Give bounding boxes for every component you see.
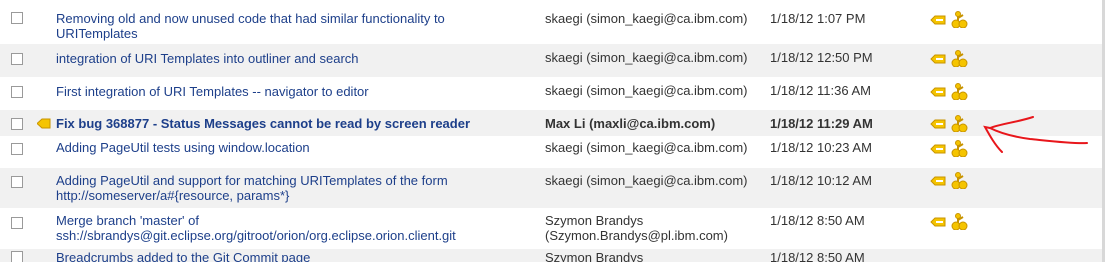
row-checkbox[interactable] — [11, 251, 23, 262]
branch-icon[interactable] — [951, 172, 968, 190]
commit-row[interactable]: Adding PageUtil tests using window.locat… — [0, 136, 1102, 168]
commit-message-link[interactable]: Removing old and now unused code that ha… — [56, 11, 526, 41]
row-actions — [930, 83, 968, 101]
row-checkbox[interactable] — [11, 118, 23, 130]
commit-message-link[interactable]: First integration of URI Templates -- na… — [56, 84, 526, 99]
commit-message-link[interactable]: Breadcrumbs added to the Git Commit page — [56, 250, 526, 262]
commit-message-link[interactable]: Adding PageUtil tests using window.locat… — [56, 140, 526, 155]
commit-date: 1/18/12 12:50 PM — [770, 50, 873, 65]
commit-row[interactable]: integration of URI Templates into outlin… — [0, 44, 1102, 77]
commit-author: Szymon Brandys — [545, 250, 644, 262]
row-actions — [930, 172, 968, 190]
current-commit-marker-icon — [37, 118, 51, 129]
branch-icon[interactable] — [951, 50, 968, 68]
commit-message-link[interactable]: integration of URI Templates into outlin… — [56, 51, 526, 66]
commit-date: 1/18/12 11:36 AM — [770, 83, 871, 98]
tag-icon[interactable] — [930, 174, 947, 188]
tag-icon[interactable] — [930, 85, 947, 99]
commit-message-link[interactable]: Fix bug 368877 - Status Messages cannot … — [56, 116, 536, 131]
commit-date: 1/18/12 1:07 PM — [770, 11, 866, 26]
row-actions — [930, 11, 968, 29]
commit-author: skaegi (simon_kaegi@ca.ibm.com) — [545, 83, 748, 98]
row-checkbox[interactable] — [11, 86, 23, 98]
row-actions — [930, 140, 968, 158]
commit-date: 1/18/12 8:50 AM — [770, 250, 865, 262]
branch-icon[interactable] — [951, 83, 968, 101]
branch-icon[interactable] — [951, 11, 968, 29]
commit-row-current[interactable]: Fix bug 368877 - Status Messages cannot … — [0, 110, 1102, 136]
row-checkbox[interactable] — [11, 12, 23, 24]
row-checkbox[interactable] — [11, 143, 23, 155]
commit-date: 1/18/12 10:23 AM — [770, 140, 872, 155]
commit-row[interactable]: Removing old and now unused code that ha… — [0, 0, 1102, 44]
branch-icon[interactable] — [951, 115, 968, 133]
tag-icon[interactable] — [930, 52, 947, 66]
commit-date: 1/18/12 10:12 AM — [770, 173, 872, 188]
commit-author: Szymon Brandys (Szymon.Brandys@pl.ibm.co… — [545, 213, 728, 243]
tag-icon[interactable] — [930, 142, 947, 156]
commit-row[interactable]: First integration of URI Templates -- na… — [0, 77, 1102, 110]
row-checkbox[interactable] — [11, 176, 23, 188]
commit-row[interactable]: Breadcrumbs added to the Git Commit page… — [0, 249, 1102, 262]
commit-author: skaegi (simon_kaegi@ca.ibm.com) — [545, 140, 748, 155]
row-actions — [930, 50, 968, 68]
commit-row[interactable]: Adding PageUtil and support for matching… — [0, 168, 1102, 208]
commit-date: 1/18/12 11:29 AM — [770, 116, 873, 131]
tag-icon[interactable] — [930, 117, 947, 131]
row-actions — [930, 213, 968, 231]
commit-author: Max Li (maxli@ca.ibm.com) — [545, 116, 716, 131]
commit-author: skaegi (simon_kaegi@ca.ibm.com) — [545, 11, 748, 26]
row-checkbox[interactable] — [11, 217, 23, 229]
tag-icon[interactable] — [930, 215, 947, 229]
row-checkbox[interactable] — [11, 53, 23, 65]
commit-author: skaegi (simon_kaegi@ca.ibm.com) — [545, 173, 748, 188]
commit-message-link[interactable]: Merge branch 'master' of ssh://sbrandys@… — [56, 213, 516, 243]
row-actions — [930, 115, 968, 133]
commit-row[interactable]: Merge branch 'master' of ssh://sbrandys@… — [0, 208, 1102, 249]
commit-author: skaegi (simon_kaegi@ca.ibm.com) — [545, 50, 748, 65]
commit-date: 1/18/12 8:50 AM — [770, 213, 865, 228]
commit-message-link[interactable]: Adding PageUtil and support for matching… — [56, 173, 516, 203]
branch-icon[interactable] — [951, 140, 968, 158]
tag-icon[interactable] — [930, 13, 947, 27]
branch-icon[interactable] — [951, 213, 968, 231]
